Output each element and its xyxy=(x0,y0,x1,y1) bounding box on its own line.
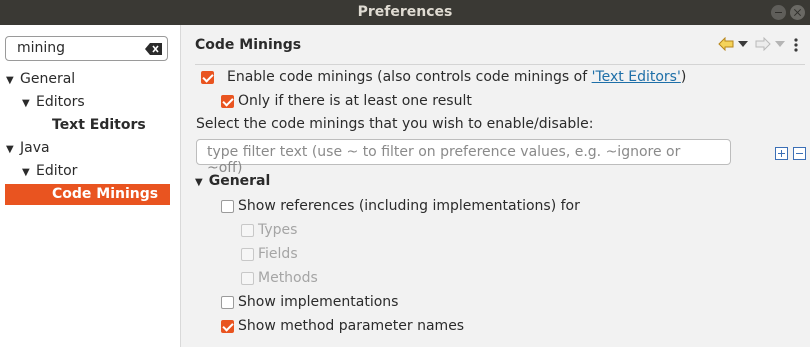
show-implementations-checkbox[interactable] xyxy=(221,296,234,309)
enable-code-minings-label: Enable code minings (also controls code … xyxy=(227,69,686,85)
close-button[interactable] xyxy=(790,5,805,20)
page-title: Code Minings xyxy=(195,37,302,53)
show-implementations-label: Show implementations xyxy=(238,294,399,310)
tree-item-general[interactable]: ▼ General xyxy=(6,69,75,90)
back-icon[interactable] xyxy=(718,37,734,51)
expanded-arrow-icon[interactable]: ▼ xyxy=(6,139,20,160)
types-label: Types xyxy=(258,222,298,238)
show-references-label: Show references (including implementatio… xyxy=(238,198,580,214)
back-history-dropdown-icon[interactable] xyxy=(738,41,748,47)
fields-label: Fields xyxy=(258,246,298,262)
group-label: General xyxy=(208,173,271,189)
show-references-checkbox[interactable] xyxy=(221,200,234,213)
search-value: mining xyxy=(17,40,66,56)
enable-label-suffix: ) xyxy=(680,69,687,85)
tree-item-java[interactable]: ▼ Java xyxy=(6,138,50,159)
tree-item-label: Editor xyxy=(36,163,78,179)
menu-icon[interactable] xyxy=(793,38,799,52)
expand-all-icon[interactable] xyxy=(775,147,788,160)
forward-icon[interactable] xyxy=(755,37,771,51)
forward-history-dropdown-icon[interactable] xyxy=(775,41,785,47)
tree-item-code-minings[interactable]: Code Minings xyxy=(5,184,170,205)
select-minings-label: Select the code minings that you wish to… xyxy=(196,116,594,132)
preferences-sidebar: mining ▼ General ▼ Editors Text Editors ▼ J… xyxy=(0,25,181,347)
expanded-arrow-icon[interactable]: ▼ xyxy=(195,177,203,188)
tree-item-label: Text Editors xyxy=(52,117,146,133)
tree-item-editor[interactable]: ▼ Editor xyxy=(22,161,77,182)
types-checkbox[interactable] xyxy=(241,224,254,237)
minimize-button[interactable] xyxy=(771,5,786,20)
general-group[interactable]: ▼ General xyxy=(195,173,270,189)
title-bar: Preferences xyxy=(0,0,810,25)
tree-item-label: General xyxy=(20,71,76,87)
filter-input[interactable]: type filter text (use ~ to filter on pre… xyxy=(196,139,731,176)
show-parameter-names-checkbox[interactable] xyxy=(221,320,234,333)
methods-checkbox[interactable] xyxy=(241,272,254,285)
methods-label: Methods xyxy=(258,270,318,286)
preference-page: Code Minings Enable code minings (also c… xyxy=(181,25,810,347)
tree-item-editors[interactable]: ▼ Editors xyxy=(22,92,85,113)
window-title: Preferences xyxy=(357,4,453,20)
show-parameter-names-label: Show method parameter names xyxy=(238,318,465,334)
preference-search-input[interactable]: mining xyxy=(5,36,168,61)
expanded-arrow-icon[interactable]: ▼ xyxy=(22,162,36,183)
fields-checkbox[interactable] xyxy=(241,248,254,261)
tree-item-label: Editors xyxy=(36,94,85,110)
enable-label-text: Enable code minings (also controls code … xyxy=(227,69,592,85)
enable-code-minings-checkbox[interactable] xyxy=(201,71,214,84)
expanded-arrow-icon[interactable]: ▼ xyxy=(22,93,36,114)
only-if-result-checkbox[interactable] xyxy=(221,95,234,108)
expanded-arrow-icon[interactable]: ▼ xyxy=(6,70,20,91)
text-editors-link[interactable]: 'Text Editors' xyxy=(592,69,681,85)
tree-item-label: Java xyxy=(20,140,50,156)
collapse-all-icon[interactable] xyxy=(793,147,806,160)
clear-search-icon[interactable] xyxy=(145,43,162,55)
title-separator xyxy=(195,64,805,65)
tree-item-text-editors[interactable]: Text Editors xyxy=(52,115,146,136)
only-if-result-label: Only if there is at least one result xyxy=(238,93,472,109)
tree-item-label: Code Minings xyxy=(52,186,159,202)
